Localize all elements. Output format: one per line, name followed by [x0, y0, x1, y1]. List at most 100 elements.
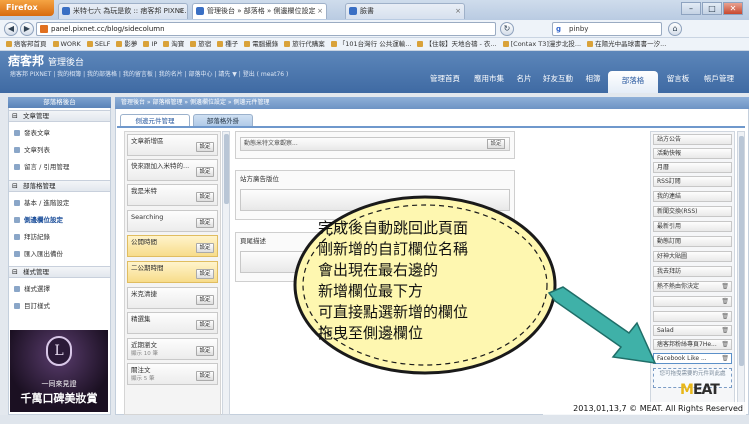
promo-banner[interactable]: L 一同來見證 千萬口碑美妝賞: [10, 330, 108, 412]
sidebar-item-sidecolumn[interactable]: 側邊欄位設定: [12, 215, 63, 225]
element-item[interactable]: 快來跟加入米特的... 設定: [127, 159, 218, 181]
bookmark-item[interactable]: 「101台灣行 公共運輸...: [331, 38, 412, 50]
right-element[interactable]: 我的連結: [653, 191, 732, 202]
sidebar-section-blog[interactable]: 部落格管理: [9, 180, 110, 192]
forward-icon[interactable]: ▶: [20, 22, 34, 36]
right-column-scrollbar[interactable]: [737, 131, 745, 415]
right-element[interactable]: RSS訂閱: [653, 176, 732, 187]
sidebar-item-custom-style[interactable]: 目訂樣式: [12, 301, 50, 311]
bookmark-item[interactable]: 旅宿: [190, 38, 211, 50]
bookmark-item[interactable]: SELF: [87, 38, 111, 50]
sidebar-item-style-select[interactable]: 樣式選擇: [12, 284, 50, 294]
scroll-thumb[interactable]: [224, 134, 229, 204]
right-element[interactable]: 痞客邦粉絲專頁7He... 🗑: [653, 339, 732, 350]
bookmark-item[interactable]: 淘寶: [163, 38, 184, 50]
setting-button[interactable]: 設定: [487, 139, 505, 149]
setting-button[interactable]: 設定: [196, 243, 214, 253]
bookmark-item[interactable]: 在陽光中晶球書書一汐...: [587, 38, 666, 50]
setting-button[interactable]: 設定: [196, 192, 214, 202]
sidebar-item-article-list[interactable]: 文章列表: [12, 145, 50, 155]
element-item[interactable]: 米克清捷 設定: [127, 287, 218, 309]
sidebar-item-post[interactable]: 發表文章: [12, 128, 50, 138]
setting-button[interactable]: 設定: [196, 269, 214, 279]
url-bar[interactable]: panel.pixnet.cc/blog/sidecolumn: [36, 22, 496, 36]
trash-icon[interactable]: 🗑: [721, 312, 729, 321]
trash-icon[interactable]: 🗑: [721, 297, 729, 306]
element-item[interactable]: 文章新增區 設定: [127, 134, 218, 156]
bookmark-item[interactable]: 種子: [217, 38, 238, 50]
nav-guestbook[interactable]: 留言板: [662, 72, 694, 86]
trash-icon[interactable]: 🗑: [721, 282, 729, 291]
scroll-thumb[interactable]: [739, 136, 744, 366]
right-element[interactable]: Salad 🗑: [653, 325, 732, 336]
right-element[interactable]: 🗑: [653, 311, 732, 322]
firefox-menu-button[interactable]: Firefox: [0, 0, 54, 16]
browser-tab-1[interactable]: 米特七六 為玩是飲 :: 痞客邦 PIXNE... ×: [58, 3, 188, 19]
right-element[interactable]: 熱不熱由你決定 🗑: [653, 281, 732, 292]
sidebar-item-visits[interactable]: 拜訪紀錄: [12, 232, 50, 242]
nav-app-market[interactable]: 應用市集: [468, 72, 510, 86]
search-box[interactable]: g pinby: [552, 22, 662, 36]
bookmark-item[interactable]: 旅行代購案: [284, 38, 325, 50]
trash-icon[interactable]: 🗑: [721, 326, 729, 335]
home-icon[interactable]: ⌂: [668, 22, 682, 36]
element-item[interactable]: 近期瀏文 顯示 10 筆設定: [127, 338, 218, 360]
right-element-new[interactable]: Facebook Like ... 🗑: [653, 353, 732, 364]
sidebar-section-styles[interactable]: 樣式管理: [9, 266, 110, 278]
tab-close-icon[interactable]: ×: [178, 4, 184, 18]
mid-element[interactable]: 動態米特文章觀察... 設定: [240, 137, 510, 151]
sidebar-item-backup[interactable]: 匯入匯出備份: [12, 249, 63, 259]
nav-friends[interactable]: 好友互動: [538, 72, 578, 86]
bookmark-item[interactable]: 電腦攝錄: [244, 38, 278, 50]
minimize-icon[interactable]: –: [681, 2, 701, 15]
bookmark-item[interactable]: 痞客邦首頁: [6, 38, 47, 50]
right-element[interactable]: 站方公告: [653, 134, 732, 145]
nav-blog[interactable]: 部落格: [608, 71, 658, 93]
right-element[interactable]: 活動快報: [653, 148, 732, 159]
browser-tab-2[interactable]: 管理後台 » 部落格 » 側邊欄位設定 ×: [192, 3, 327, 19]
setting-button[interactable]: 設定: [196, 346, 214, 356]
nav-manage-home[interactable]: 管理首頁: [425, 72, 465, 86]
browser-tab-3[interactable]: 臉書 ×: [345, 3, 465, 19]
element-list-scrollbar[interactable]: [222, 131, 230, 415]
right-element[interactable]: 🗑: [653, 296, 732, 307]
tab-close-icon[interactable]: ×: [455, 4, 461, 18]
bookmark-item[interactable]: [Contax T3]漫步北投...: [503, 38, 581, 50]
right-element[interactable]: 月曆: [653, 162, 732, 173]
sidebar-item-settings[interactable]: 基本 / 進階設定: [12, 198, 69, 208]
trash-icon[interactable]: 🗑: [721, 340, 729, 349]
right-element[interactable]: 好神大貼圖: [653, 251, 732, 262]
close-window-icon[interactable]: ✕: [723, 2, 743, 15]
setting-button[interactable]: 設定: [196, 167, 214, 177]
bookmark-item[interactable]: 影夢: [116, 38, 137, 50]
back-icon[interactable]: ◀: [4, 22, 18, 36]
element-item[interactable]: 精選集 設定: [127, 312, 218, 334]
nav-card[interactable]: 名片: [512, 72, 536, 86]
setting-button[interactable]: 設定: [196, 320, 214, 330]
bookmark-item[interactable]: WORK: [53, 38, 81, 50]
bookmark-item[interactable]: IP: [143, 38, 157, 50]
element-item[interactable]: 二公期時間 設定: [127, 261, 218, 283]
trash-icon[interactable]: 🗑: [721, 354, 729, 363]
tab-close-icon[interactable]: ×: [317, 4, 323, 18]
reload-icon[interactable]: ↻: [500, 22, 514, 36]
right-element[interactable]: 新聞交換(RSS): [653, 206, 732, 217]
nav-account[interactable]: 帳戶管理: [697, 72, 741, 86]
element-item[interactable]: 公開時間 設定: [127, 235, 218, 257]
element-item[interactable]: 我是米特 設定: [127, 184, 218, 206]
maximize-icon[interactable]: □: [702, 2, 722, 15]
sidebar-item-comments[interactable]: 留言 / 引用管理: [12, 162, 69, 172]
user-links[interactable]: 痞客邦 PIXNET | 我的相簿 | 我的部落格 | 我的留言板 | 我的名片…: [10, 69, 288, 78]
sidebar-section-articles[interactable]: 文章管理: [9, 110, 110, 122]
nav-album[interactable]: 相簿: [580, 72, 606, 86]
bookmark-item[interactable]: 【住報】天地合禱 - 衣...: [417, 38, 496, 50]
right-element[interactable]: 我去拜訪: [653, 266, 732, 277]
setting-button[interactable]: 設定: [196, 142, 214, 152]
element-item[interactable]: Searching 設定: [127, 210, 218, 232]
right-element[interactable]: 最新引用: [653, 221, 732, 232]
setting-button[interactable]: 設定: [196, 295, 214, 305]
right-element[interactable]: 動態訂閱: [653, 236, 732, 247]
element-item[interactable]: 關注文 顯示 5 筆設定: [127, 363, 218, 385]
setting-button[interactable]: 設定: [196, 218, 214, 228]
setting-button[interactable]: 設定: [196, 371, 214, 381]
